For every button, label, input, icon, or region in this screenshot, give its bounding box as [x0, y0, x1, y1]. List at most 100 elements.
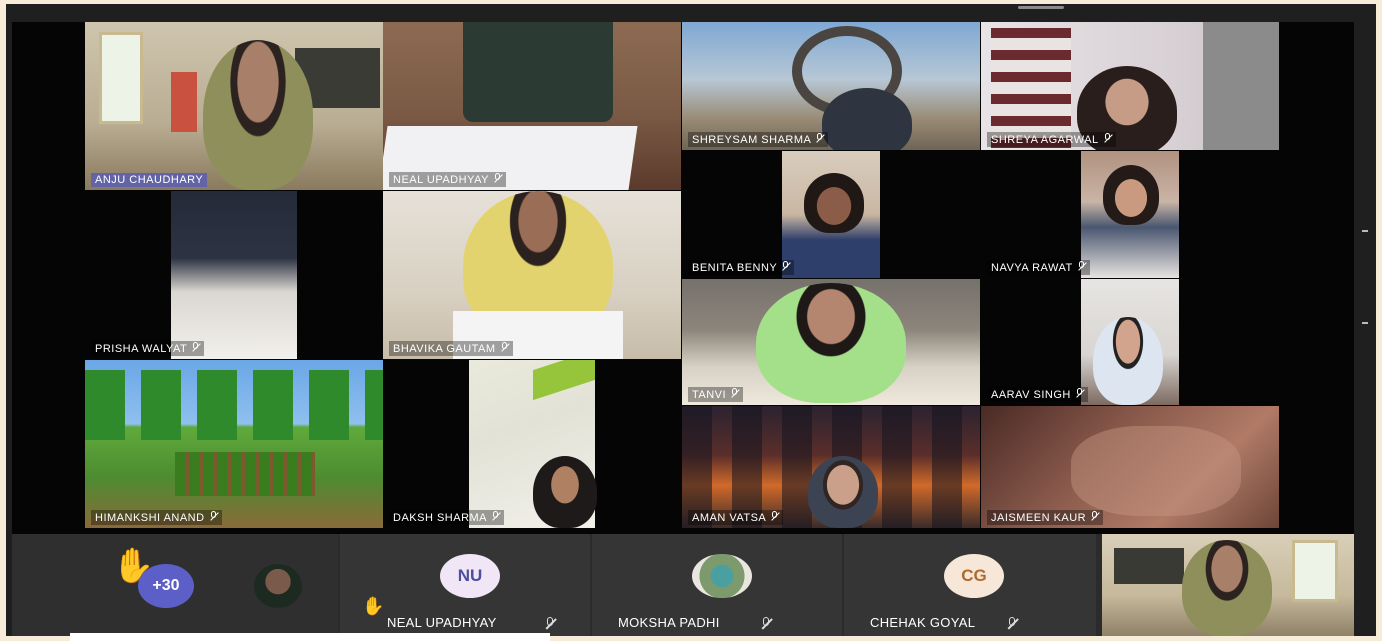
classroom-window [99, 32, 143, 124]
classroom-window [1292, 540, 1338, 602]
person-daksh [533, 456, 597, 528]
person-jaismeen [1071, 426, 1241, 516]
participant-name-label: SHREYSAM SHARMA [688, 132, 829, 147]
participant-name-label: NEAL UPADHYAY [389, 172, 506, 187]
minecraft-garden [175, 452, 315, 496]
person-navya [1103, 165, 1159, 225]
participant-name-text: SHREYSAM SHARMA [692, 134, 812, 146]
raised-hand-icon: ✋ [362, 596, 385, 616]
person-anju [203, 40, 313, 190]
video-grid: ANJU CHAUDHARY NEAL UPADHYAY SHREYSAM SH… [12, 22, 1354, 534]
participant-name-label: AARAV SINGH [987, 387, 1088, 402]
participant-name-text: SHREYA AGARWAL [991, 134, 1099, 146]
participant-name-label: JAISMEEN KAUR [987, 510, 1104, 525]
overflow-count: +30 [152, 577, 180, 594]
participant-tile-moksha-padhi[interactable]: MOKSHA PADHI [592, 534, 842, 636]
mic-muted-icon [1103, 133, 1112, 143]
video-tile-tanvi[interactable]: TANVI [682, 279, 980, 405]
video-tile-shreya-agarwal[interactable]: SHREYA AGARWAL [981, 22, 1279, 150]
classroom-board [1114, 548, 1184, 584]
mic-muted-icon [781, 261, 790, 271]
video-tile-navya-rawat[interactable]: NAVYA RAWAT [981, 151, 1279, 278]
video-tile-aman-vatsa[interactable]: AMAN VATSA [682, 406, 980, 528]
participant-strip: ✋ +30 NU ✋ NEAL UPADHYAY MOKSHA PADHI CG… [12, 534, 1354, 636]
person-aman [808, 456, 878, 528]
mic-muted-icon [730, 388, 739, 398]
video-tile-shreysam-sharma[interactable]: SHREYSAM SHARMA [682, 22, 980, 150]
meeting-window: ANJU CHAUDHARY NEAL UPADHYAY SHREYSAM SH… [6, 4, 1376, 636]
mic-muted-icon [191, 342, 200, 352]
participant-name-label: HIMANKSHI ANAND [91, 510, 222, 525]
participant-name-label: DAKSH SHARMA [389, 510, 505, 525]
video-tile-bhavika-gautam[interactable]: BHAVIKA GAUTAM [383, 191, 681, 359]
mic-muted-icon [1077, 261, 1086, 271]
minecraft-trees [85, 370, 383, 440]
participant-name-label: SHREYA AGARWAL [987, 132, 1116, 147]
video-tile-anju-chaudhary[interactable]: ANJU CHAUDHARY [85, 22, 383, 190]
mic-muted-icon [491, 511, 500, 521]
participant-name-label: PRISHA WALYAT [91, 341, 205, 356]
participant-tile-chehak-goyal[interactable]: CG CHEHAK GOYAL [844, 534, 1096, 636]
self-preview-video[interactable] [1102, 534, 1354, 636]
taskbar-strip [70, 633, 550, 641]
participant-name-text: ANJU CHAUDHARY [95, 174, 204, 186]
participant-name-label: BHAVIKA GAUTAM [389, 341, 513, 356]
participant-name-label: ANJU CHAUDHARY [91, 173, 208, 187]
mic-muted-icon [815, 133, 824, 143]
scroll-indicator[interactable] [1362, 230, 1368, 232]
participant-name: MOKSHA PADHI [618, 615, 720, 630]
participant-name-text: BHAVIKA GAUTAM [393, 343, 496, 355]
participant-name-text: AARAV SINGH [991, 389, 1071, 401]
person-neal [463, 22, 613, 122]
video-tile-daksh-sharma[interactable]: DAKSH SHARMA [383, 360, 681, 528]
video-tile-aarav-singh[interactable]: AARAV SINGH [981, 279, 1279, 405]
mic-muted-icon [1075, 388, 1084, 398]
participant-name-text: NEAL UPADHYAY [393, 174, 489, 186]
cabinet [1203, 22, 1279, 150]
participant-name-label: AMAN VATSA [688, 510, 784, 525]
drag-handle[interactable] [1018, 6, 1064, 9]
participant-name: CHEHAK GOYAL [870, 615, 976, 630]
mic-muted-icon [493, 173, 502, 183]
participant-name-text: PRISHA WALYAT [95, 343, 188, 355]
participant-initials: NU [457, 566, 483, 585]
person-self [1182, 540, 1272, 636]
participant-name-text: NAVYA RAWAT [991, 262, 1073, 274]
video-tile-benita-benny[interactable]: BENITA BENNY [682, 151, 980, 278]
overflow-count-badge[interactable]: +30 [138, 564, 194, 608]
camera-feed [171, 191, 297, 359]
mic-muted-icon [209, 511, 218, 521]
mic-muted-icon [500, 342, 509, 352]
shelf [171, 72, 197, 132]
person-aarav [1093, 317, 1163, 405]
participant-avatar[interactable] [254, 564, 302, 608]
participant-avatar-initials: CG [944, 554, 1004, 598]
mic-off-icon [544, 617, 556, 629]
video-tile-himankshi-anand[interactable]: HIMANKSHI ANAND [85, 360, 383, 528]
participant-name-text: BENITA BENNY [692, 262, 778, 274]
game-character [822, 88, 912, 150]
participant-name-text: TANVI [692, 389, 727, 401]
person-benita [804, 173, 864, 233]
video-tile-jaismeen-kaur[interactable]: JAISMEEN KAUR [981, 406, 1279, 528]
person-tanvi [756, 283, 906, 403]
participant-name: NEAL UPADHYAY [387, 615, 497, 630]
participant-avatar-initials: NU [440, 554, 500, 598]
mic-muted-icon [1090, 511, 1099, 521]
participant-name-text: DAKSH SHARMA [393, 512, 488, 524]
participant-name-text: HIMANKSHI ANAND [95, 512, 205, 524]
overflow-participants[interactable]: ✋ +30 [12, 534, 338, 636]
participant-name-text: AMAN VATSA [692, 512, 767, 524]
participant-initials: CG [961, 566, 987, 585]
mic-off-icon [760, 617, 772, 629]
participant-name-label: NAVYA RAWAT [987, 260, 1090, 275]
participant-tile-neal-upadhyay[interactable]: NU ✋ NEAL UPADHYAY [340, 534, 590, 636]
participant-name-text: JAISMEEN KAUR [991, 512, 1087, 524]
participant-name-label: BENITA BENNY [688, 260, 795, 275]
video-tile-prisha-walyat[interactable]: PRISHA WALYAT [85, 191, 383, 359]
participant-name-label: TANVI [688, 387, 744, 402]
scroll-indicator[interactable] [1362, 322, 1368, 324]
video-tile-neal-upadhyay[interactable]: NEAL UPADHYAY [383, 22, 681, 190]
participant-avatar [692, 554, 752, 598]
mic-off-icon [1006, 617, 1018, 629]
